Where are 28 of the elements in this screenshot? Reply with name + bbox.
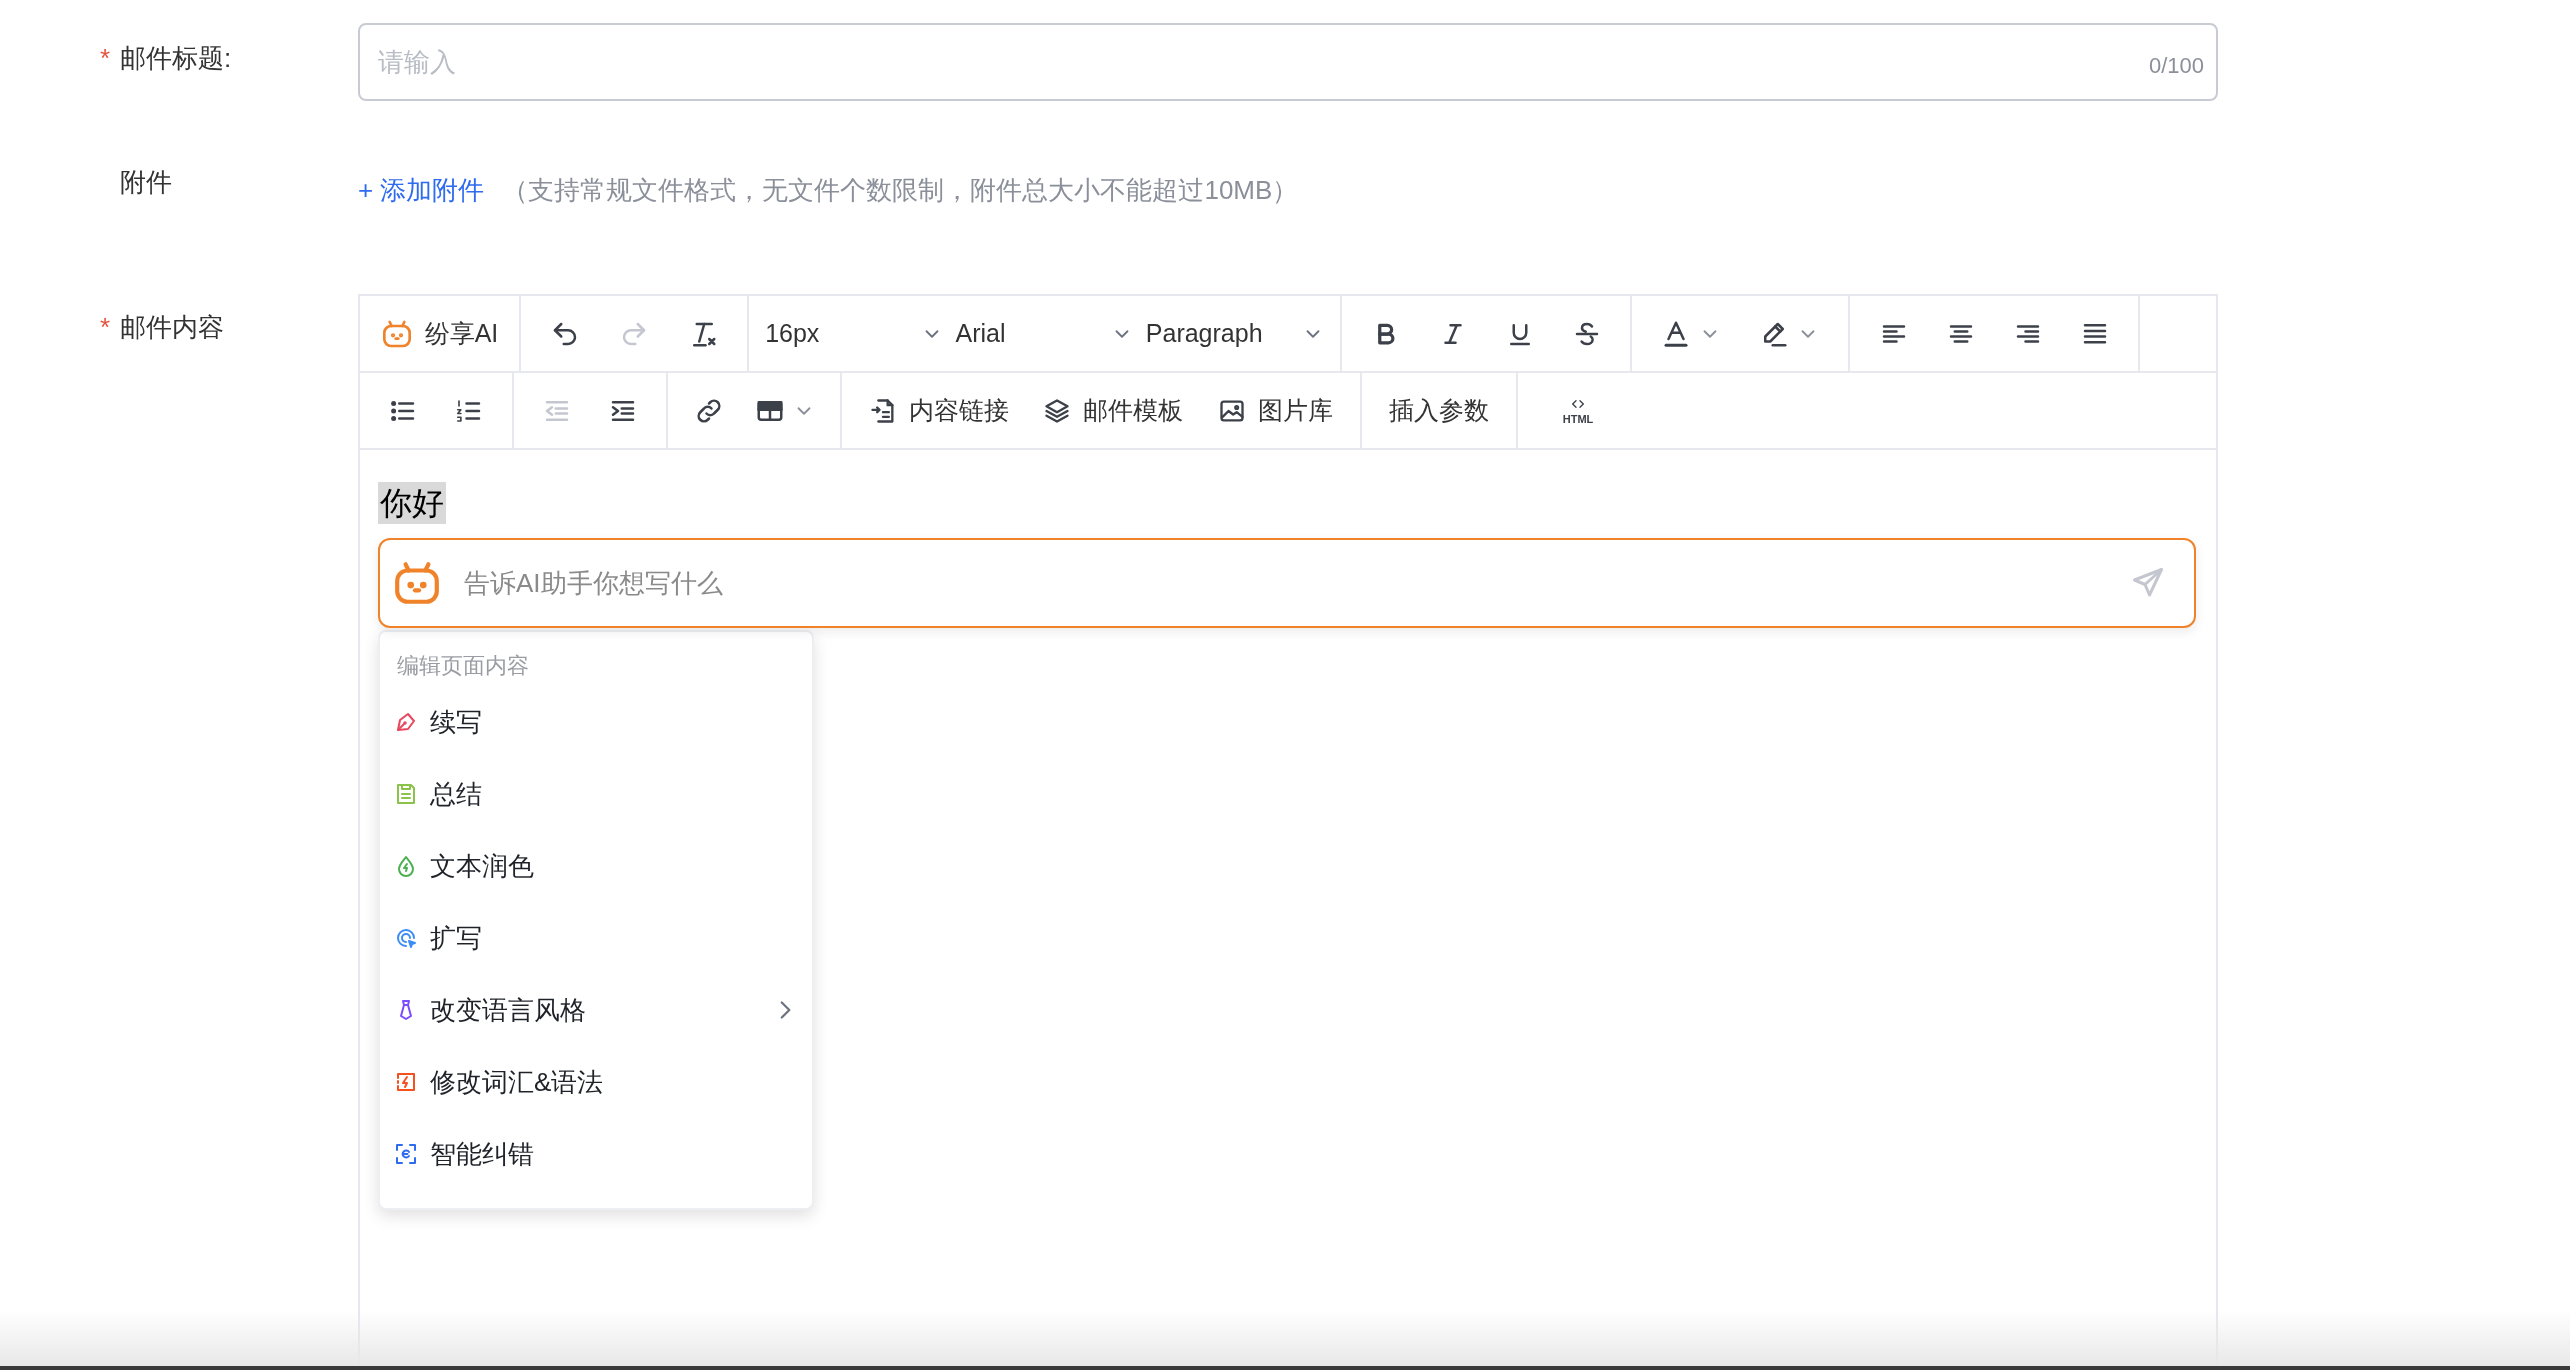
content-link-button[interactable]: 内容链接	[869, 391, 1010, 430]
ai-button[interactable]: 纷享AI	[380, 314, 499, 353]
attachment-hint: （支持常规文件格式，无文件个数限制，附件总大小不能超过10MB）	[502, 174, 1299, 207]
required-asterisk: *	[100, 311, 112, 344]
toolbar-dropdown[interactable]: Arial	[955, 314, 1134, 353]
template-button[interactable]: 邮件模板	[1043, 391, 1184, 430]
menu-item[interactable]: 文本润色	[380, 830, 812, 902]
insert-parameter-button[interactable]: 插入参数	[1389, 391, 1489, 430]
menu-item[interactable]: 改变语言风格	[380, 974, 812, 1046]
field-label: 邮件标题:	[120, 42, 232, 75]
menu-item[interactable]: 总结	[380, 758, 812, 830]
menu-item[interactable]: 续写	[380, 686, 812, 758]
gallery-button[interactable]: 图片库	[1217, 391, 1333, 430]
menu-item[interactable]: 修改词汇&语法	[380, 1046, 812, 1118]
toolbar-dropdown[interactable]: Paragraph	[1145, 314, 1324, 353]
body-text: 你好	[378, 482, 446, 524]
html-source-button[interactable]: HTML	[1562, 396, 1594, 425]
menu-item[interactable]: 扩写	[380, 902, 812, 974]
field-label: 附件	[120, 166, 172, 199]
field-label: 邮件内容	[120, 311, 224, 344]
character-counter: 0/100	[2148, 52, 2204, 80]
required-asterisk: *	[100, 42, 112, 75]
ai-prompt-input[interactable]: 告诉AI助手你想写什么	[378, 538, 2196, 628]
layers-icon	[1043, 396, 1072, 425]
add-attachment-link[interactable]: + 添加附件	[358, 171, 485, 210]
menu-item[interactable]: 智能纠错	[380, 1118, 812, 1190]
menu-header: 编辑页面内容	[396, 652, 530, 680]
toolbar-dropdown[interactable]: 16px	[765, 314, 944, 353]
